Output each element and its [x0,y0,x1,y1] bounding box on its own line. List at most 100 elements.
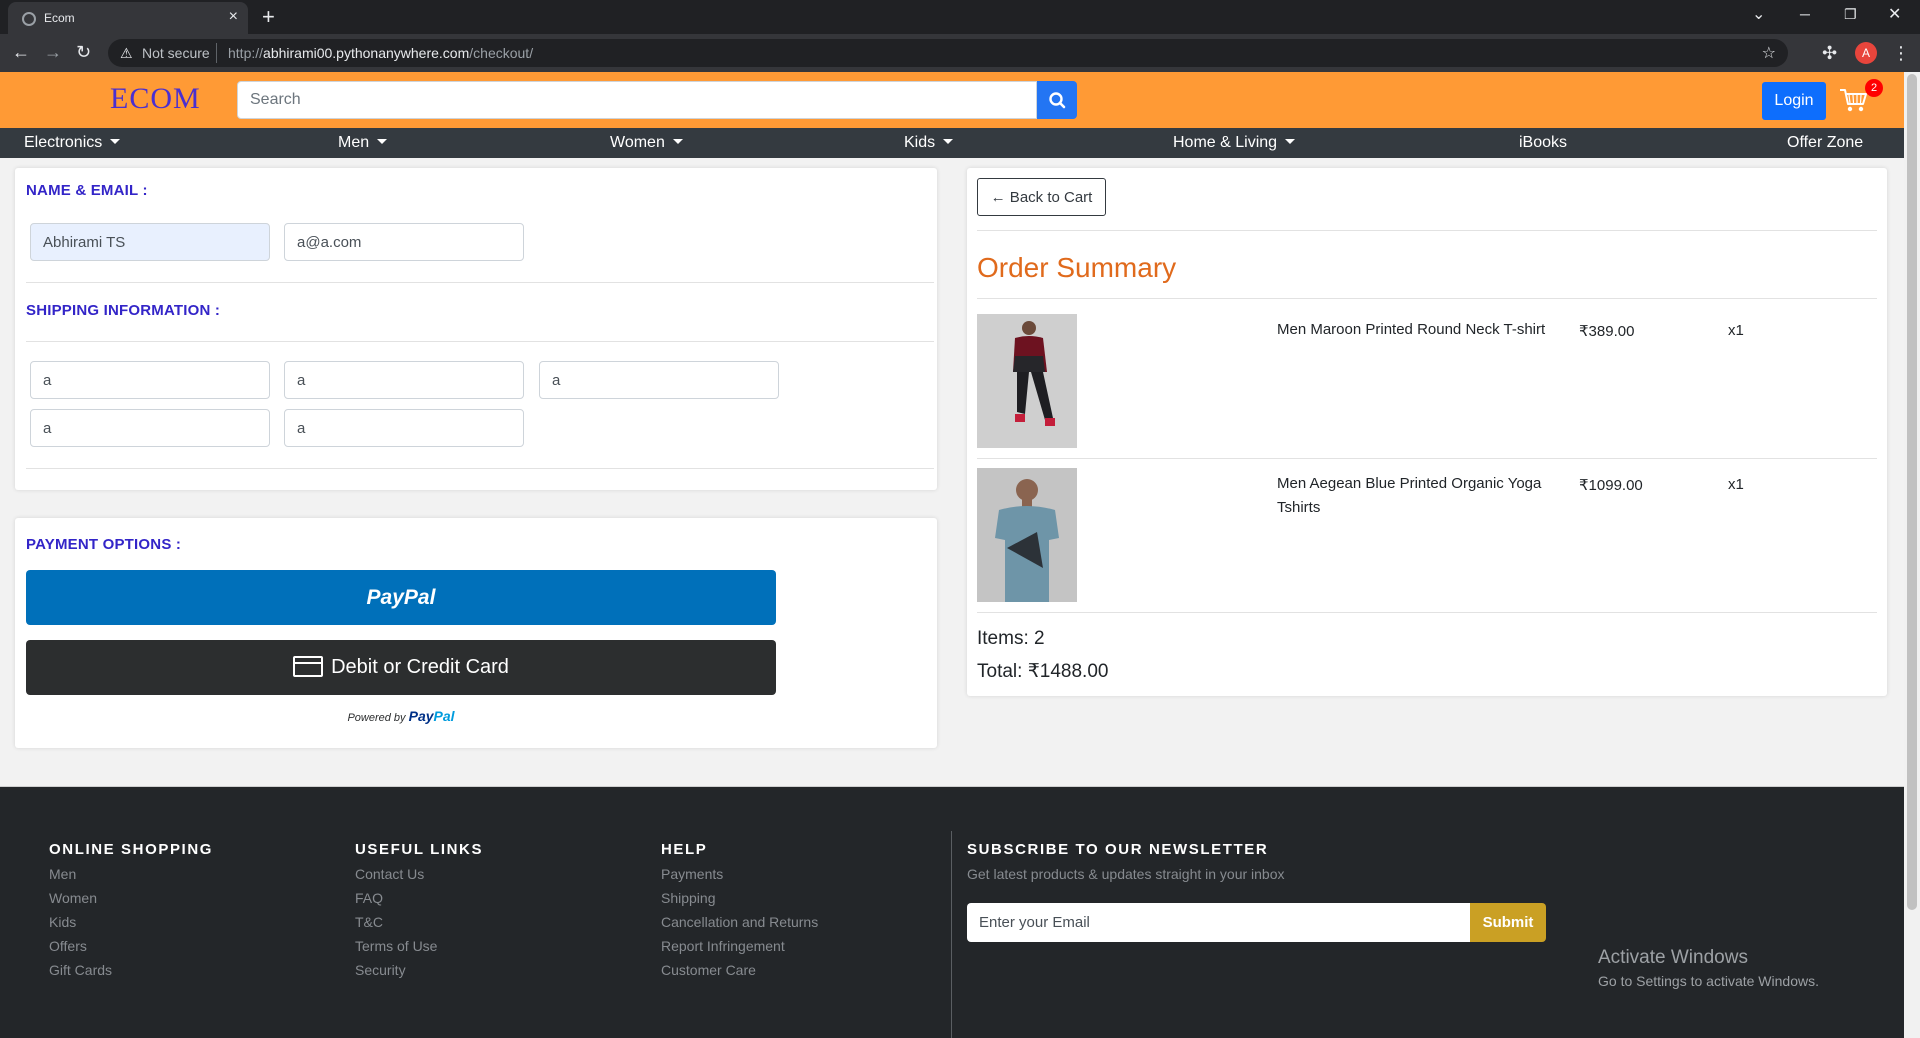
paypal-button[interactable]: PayPal [26,570,776,625]
footer-link-men[interactable]: Men [49,866,76,882]
scrollbar[interactable] [1904,72,1920,1038]
caret-down-icon [1285,139,1296,144]
name-field[interactable] [30,223,270,261]
payment-card: PAYMENT OPTIONS : PayPal Debit or Credit… [15,518,937,748]
browser-tab-bar: Ecom × + ⌄ ─ ❐ ✕ [0,0,1920,34]
extensions-icon[interactable]: ✣ [1822,43,1837,64]
caret-down-icon [672,139,683,144]
back-to-cart-button[interactable]: ← Back to Cart [977,178,1106,216]
footer-link-shipping[interactable]: Shipping [661,890,716,906]
divider [977,298,1877,299]
caret-down-icon [377,139,388,144]
country-field[interactable] [284,409,524,447]
card-payment-button[interactable]: Debit or Credit Card [26,640,776,695]
zipcode-field[interactable] [30,409,270,447]
search-input[interactable] [237,81,1037,119]
divider [977,612,1877,613]
cart-icon[interactable] [1838,86,1868,114]
minimize-icon[interactable]: ─ [1800,6,1810,22]
footer-link-kids[interactable]: Kids [49,914,76,930]
browser-tab[interactable]: Ecom × [8,2,248,34]
warning-icon: ⚠ [120,45,133,61]
search-button[interactable] [1037,81,1077,119]
login-button[interactable]: Login [1762,82,1826,120]
tab-search-icon[interactable]: ⌄ [1752,4,1765,24]
footer-heading: USEFUL LINKS [355,841,484,858]
items-count: Items: 2 [977,628,1045,649]
newsletter-email-input[interactable] [967,903,1471,942]
reload-icon[interactable]: ↻ [76,42,91,62]
footer-link-cancellation[interactable]: Cancellation and Returns [661,914,818,930]
item-price: ₹1099.00 [1579,477,1643,494]
site-logo[interactable]: ECOM [110,82,201,116]
product-image [977,314,1077,448]
shipping-heading: SHIPPING INFORMATION : [26,302,221,319]
order-summary-title: Order Summary [977,252,1177,283]
newsletter-subtitle: Get latest products & updates straight i… [967,866,1285,882]
footer-link-women[interactable]: Women [49,890,97,906]
footer-link-payments[interactable]: Payments [661,866,723,882]
profile-avatar[interactable]: A [1855,42,1877,64]
footer-link-offers[interactable]: Offers [49,938,87,954]
payment-heading: PAYMENT OPTIONS : [26,536,182,553]
city-field[interactable] [284,361,524,399]
divider [977,458,1877,459]
footer-heading: HELP [661,841,708,858]
caret-down-icon [110,139,121,144]
address-bar[interactable]: ⚠ Not secure http://abhirami00.pythonany… [108,39,1788,67]
nav-men[interactable]: Men [338,134,388,152]
restore-icon[interactable]: ❐ [1844,6,1857,23]
item-name: Men Maroon Printed Round Neck T-shirt [1277,321,1546,338]
item-quantity: x1 [1728,322,1744,339]
close-tab-icon[interactable]: × [229,8,238,26]
new-tab-icon[interactable]: + [262,4,275,30]
url-text: http://abhirami00.pythonanywhere.com/che… [228,45,534,61]
forward-icon[interactable]: → [44,42,62,62]
order-summary-card: ← Back to Cart Order Summary Men Maroon … [967,168,1887,696]
footer-link-terms[interactable]: Terms of Use [355,938,437,954]
category-nav: Electronics Men Women Kids Home & Living… [0,128,1904,158]
back-icon[interactable]: ← [12,42,30,62]
nav-women[interactable]: Women [610,134,683,152]
footer-link-customer-care[interactable]: Customer Care [661,962,756,978]
cart-count-badge: 2 [1865,79,1883,97]
footer-link-tc[interactable]: T&C [355,914,383,930]
site-footer: ONLINE SHOPPING Men Women Kids Offers Gi… [0,786,1904,1038]
footer-divider [951,831,952,1038]
menu-icon[interactable]: ⋮ [1892,43,1910,64]
caret-down-icon [943,139,954,144]
globe-icon [22,12,36,26]
site-header: ECOM Login 2 [0,72,1904,128]
powered-by-paypal: Powered by PayPal [347,708,455,724]
divider [26,341,934,342]
footer-heading: ONLINE SHOPPING [49,841,214,858]
item-quantity: x1 [1728,476,1744,493]
nav-kids[interactable]: Kids [904,134,954,152]
item-price: ₹389.00 [1579,323,1635,340]
browser-toolbar: ← → ↻ ⚠ Not secure http://abhirami00.pyt… [0,34,1920,72]
window-close-icon[interactable]: ✕ [1888,4,1901,24]
divider [26,468,934,469]
windows-activation-watermark: Activate Windows Go to Settings to activ… [1598,947,1819,989]
email-field[interactable] [284,223,524,261]
state-field[interactable] [539,361,779,399]
newsletter-submit-button[interactable]: Submit [1470,903,1546,942]
security-label: Not secure [142,45,210,61]
footer-link-report[interactable]: Report Infringement [661,938,785,954]
bookmark-star-icon[interactable]: ☆ [1762,43,1776,63]
footer-link-faq[interactable]: FAQ [355,890,383,906]
tab-title: Ecom [44,11,75,25]
nav-ibooks[interactable]: iBooks [1519,134,1567,152]
divider [977,230,1877,231]
nav-electronics[interactable]: Electronics [24,134,121,152]
scrollbar-thumb[interactable] [1907,74,1917,910]
footer-link-gift-cards[interactable]: Gift Cards [49,962,112,978]
footer-link-security[interactable]: Security [355,962,406,978]
divider [26,282,934,283]
nav-home-living[interactable]: Home & Living [1173,134,1296,152]
shipping-form-card: NAME & EMAIL : SHIPPING INFORMATION : [15,168,937,490]
footer-link-contact[interactable]: Contact Us [355,866,424,882]
nav-offer-zone[interactable]: Offer Zone [1787,134,1863,152]
name-email-heading: NAME & EMAIL : [26,182,148,199]
address-field[interactable] [30,361,270,399]
